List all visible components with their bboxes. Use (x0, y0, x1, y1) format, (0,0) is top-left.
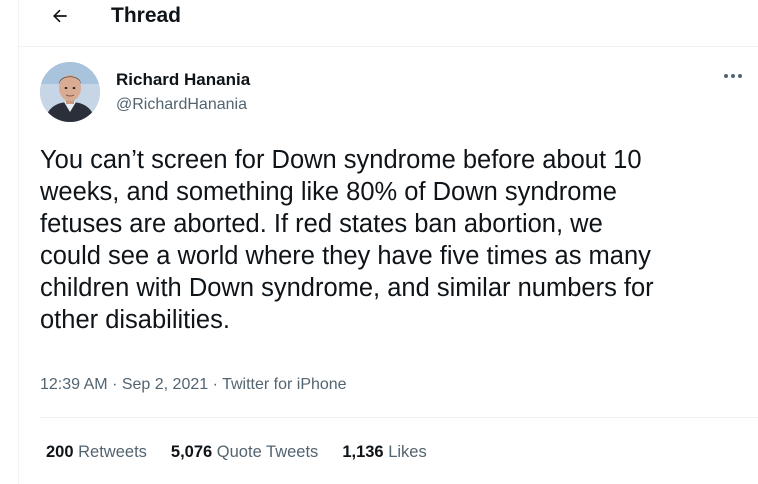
avatar-photo (40, 62, 100, 122)
tweet-stats: 200 Retweets 5,076 Quote Tweets 1,136 Li… (46, 441, 451, 463)
tweet-date[interactable]: Sep 2, 2021 (122, 376, 208, 393)
retweets-count: 200 (46, 443, 74, 461)
arrow-left-icon (53, 9, 67, 23)
tweet-metadata: 12:39 AM · Sep 2, 2021 · Twitter for iPh… (40, 374, 347, 396)
more-horizontal-icon (724, 74, 742, 78)
divider (40, 417, 758, 418)
tweet-text: You can’t screen for Down syndrome befor… (40, 146, 654, 334)
thread-header: Thread (19, 0, 758, 47)
likes-label: Likes (388, 443, 427, 461)
back-button[interactable] (43, 0, 77, 32)
more-button[interactable] (720, 66, 746, 86)
retweets-label: Retweets (78, 443, 147, 461)
avatar[interactable] (40, 62, 100, 122)
likes-stat[interactable]: 1,136 Likes (342, 441, 426, 463)
author-handle[interactable]: @RichardHanania (116, 95, 247, 115)
retweets-stat[interactable]: 200 Retweets (46, 441, 147, 463)
quote-tweets-count: 5,076 (170, 443, 213, 461)
page-title: Thread (111, 4, 182, 27)
left-border (18, 0, 19, 484)
likes-count: 1,136 (342, 443, 384, 461)
meta-separator: · (212, 376, 218, 393)
quote-tweets-label: Quote Tweets (216, 443, 319, 461)
tweet-time[interactable]: 12:39 AM (40, 376, 108, 393)
author-name[interactable]: Richard Hanania (116, 70, 250, 90)
tweet-author: Richard Hanania @RichardHanania (40, 62, 750, 124)
quote-tweets-stat[interactable]: 5,076 Quote Tweets (171, 441, 318, 463)
tweet-source[interactable]: Twitter for iPhone (222, 376, 347, 393)
meta-separator: · (112, 376, 118, 393)
